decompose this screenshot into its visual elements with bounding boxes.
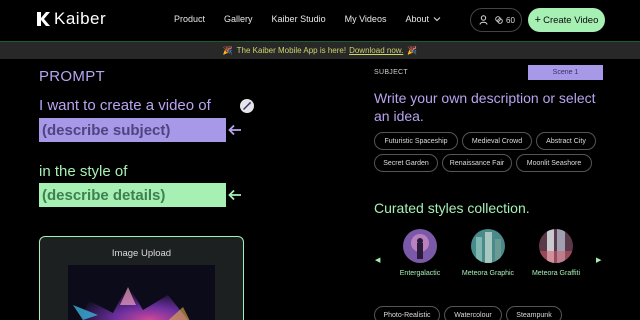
- prompt-line-2: in the style of: [39, 163, 128, 180]
- nav-my-videos[interactable]: My Videos: [345, 14, 387, 24]
- nav-kaiber-studio[interactable]: Kaiber Studio: [272, 14, 326, 24]
- style-chip[interactable]: Photo-Realistic: [374, 306, 440, 320]
- image-upload-title: Image Upload: [111, 248, 172, 259]
- subject-label: SUBJECT: [374, 69, 408, 76]
- nav-links: Product Gallery Kaiber Studio My Videos …: [174, 14, 460, 24]
- nav-gallery[interactable]: Gallery: [224, 14, 253, 24]
- magic-wand-button[interactable]: [240, 99, 254, 113]
- create-video-button[interactable]: + Create Video: [528, 8, 605, 32]
- style-chip[interactable]: Steampunk: [506, 306, 562, 320]
- create-video-label: Create Video: [543, 14, 599, 26]
- brand-name: Kaiber: [54, 9, 107, 28]
- chevron-down-icon: [433, 17, 441, 22]
- party-popper-icon: 🎉: [222, 46, 233, 55]
- party-popper-icon: 🎉: [407, 46, 418, 55]
- curated-styles-heading: Curated styles collection.: [374, 200, 530, 216]
- mobile-app-banner: 🎉 The Kaiber Mobile App is here! Downloa…: [0, 41, 640, 59]
- idea-chip[interactable]: Abstract City: [536, 132, 596, 150]
- style-thumbnail: [403, 229, 437, 263]
- banner-download-link[interactable]: Download now.: [349, 46, 403, 55]
- idea-chip[interactable]: Moonlit Seashore: [516, 154, 592, 172]
- magic-wand-icon: [243, 101, 252, 110]
- details-input[interactable]: (describe details): [39, 183, 226, 207]
- idea-chip[interactable]: Renaissance Fair: [442, 154, 512, 172]
- style-name: Entergalactic: [399, 270, 441, 277]
- uploaded-image-preview: [68, 265, 215, 320]
- prompt-line-1: I want to create a video of: [39, 97, 211, 114]
- style-card-meteora-graphic[interactable]: Meteora Graphic: [453, 229, 523, 277]
- style-card-entergalactic[interactable]: Entergalactic: [385, 229, 455, 277]
- arrow-left-icon: [228, 189, 241, 201]
- style-thumbnail: [539, 229, 573, 263]
- prompt-heading: PROMPT: [39, 68, 105, 85]
- scene-tab[interactable]: Scene 1: [528, 65, 603, 80]
- style-chip[interactable]: Watercolour: [444, 306, 502, 320]
- style-name: Meteora Graphic: [461, 270, 515, 277]
- credits-value: 60: [506, 15, 515, 25]
- user-icon: [479, 15, 488, 25]
- arrow-left-icon: [228, 124, 241, 136]
- nav-product[interactable]: Product: [174, 14, 205, 24]
- idea-chip[interactable]: Secret Garden: [374, 154, 438, 172]
- kaiber-logo[interactable]: Kaiber: [36, 10, 106, 28]
- carousel-prev-icon[interactable]: ◀: [375, 256, 380, 264]
- idea-chip[interactable]: Futuristic Spaceship: [374, 132, 458, 150]
- carousel-next-icon[interactable]: ▶: [596, 256, 601, 264]
- account-pill[interactable]: 60: [470, 8, 522, 32]
- subject-instruction: Write your own description or select an …: [374, 90, 596, 124]
- top-nav: Kaiber Product Gallery Kaiber Studio My …: [0, 0, 640, 40]
- banner-text: The Kaiber Mobile App is here!: [236, 46, 347, 55]
- idea-chip[interactable]: Medieval Crowd: [462, 132, 532, 150]
- nav-about[interactable]: About: [405, 14, 441, 24]
- credits-counter: 60: [495, 16, 515, 25]
- kaiber-logo-icon: [37, 12, 50, 26]
- image-upload-area[interactable]: Image Upload: [39, 236, 244, 320]
- style-name: Meteora Graffiti: [531, 270, 581, 277]
- plus-icon: +: [534, 14, 542, 26]
- style-card-meteora-graffiti[interactable]: Meteora Graffiti: [521, 229, 591, 277]
- nav-about-label: About: [405, 14, 429, 24]
- style-thumbnail: [471, 229, 505, 263]
- cat-artwork-image: [68, 265, 215, 320]
- subject-input[interactable]: (describe subject): [39, 118, 226, 142]
- coins-icon: [495, 16, 503, 24]
